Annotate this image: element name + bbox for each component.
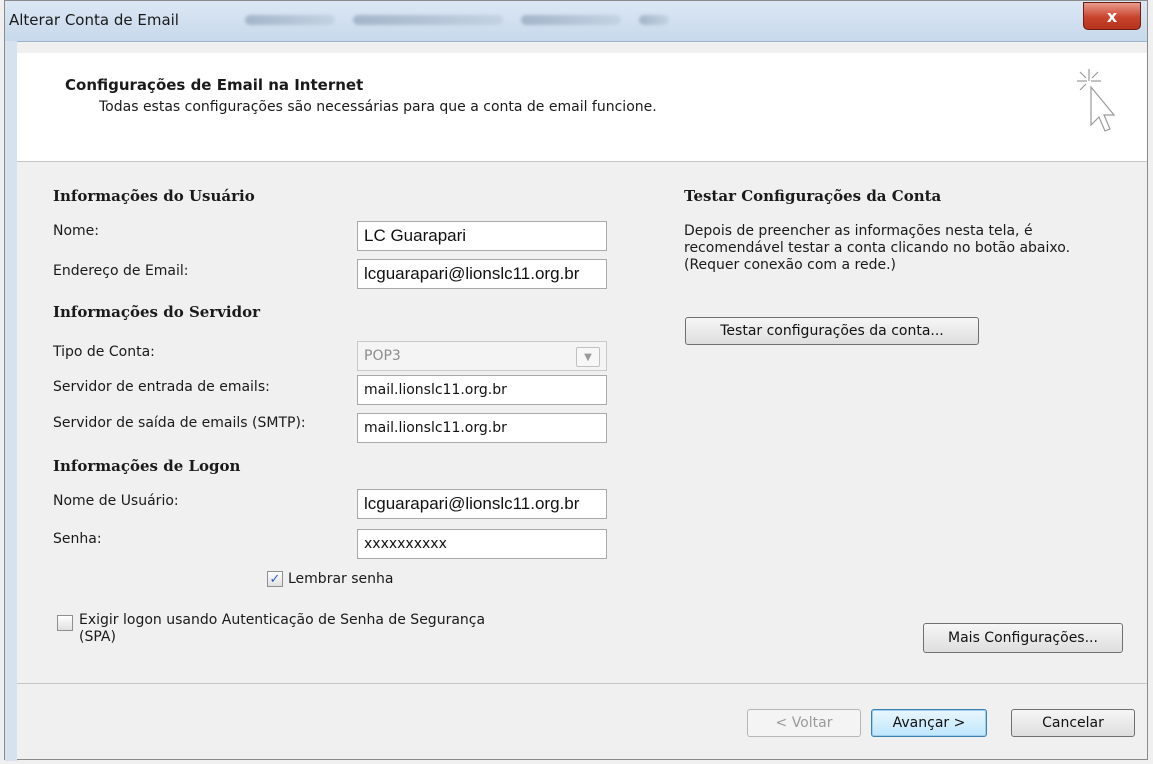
incoming-server-label: Servidor de entrada de emails: [53, 379, 270, 395]
account-type-value: POP3 [364, 348, 401, 364]
username-field[interactable]: lcguarapari@lionslc11.org.br [357, 489, 607, 519]
close-icon: x [1106, 6, 1118, 26]
server-info-title: Informações do Servidor [53, 303, 261, 321]
check-icon: ✓ [269, 571, 281, 587]
user-info-title: Informações do Usuário [53, 187, 255, 205]
window-border [5, 41, 17, 761]
outgoing-server-field[interactable]: mail.lionslc11.org.br [357, 413, 607, 443]
cursor-sparkle-icon [1077, 69, 1115, 132]
dialog-window: Alterar Conta de Email x Configurações d… [4, 0, 1148, 761]
title-bar[interactable]: Alterar Conta de Email x [5, 1, 1147, 42]
remember-password-label[interactable]: Lembrar senha [288, 571, 393, 587]
window-title: Alterar Conta de Email [9, 11, 179, 29]
next-button[interactable]: Avançar > [871, 709, 987, 737]
test-account-settings-button[interactable]: Testar configurações da conta... [685, 317, 979, 345]
back-button[interactable]: < Voltar [747, 709, 861, 737]
footer-divider [17, 683, 1147, 684]
page-subtitle: Todas estas configurações são necessária… [99, 99, 657, 115]
cancel-button[interactable]: Cancelar [1011, 709, 1135, 737]
account-type-label: Tipo de Conta: [53, 344, 155, 360]
account-type-select[interactable]: POP3 ▼ [357, 341, 607, 371]
name-field[interactable]: LC Guarapari [357, 221, 607, 251]
form-body: Informações do Usuário Nome: LC Guarapar… [17, 161, 1147, 681]
wizard-header: Configurações de Email na Internet Todas… [17, 53, 1147, 162]
more-settings-button[interactable]: Mais Configurações... [923, 623, 1123, 653]
spa-checkbox[interactable] [57, 615, 73, 631]
remember-password-checkbox[interactable]: ✓ [267, 571, 283, 587]
password-label: Senha: [53, 531, 102, 547]
test-settings-title: Testar Configurações da Conta [684, 187, 942, 205]
description-line: recomendável testar a conta clicando no … [684, 240, 1071, 256]
incoming-server-field[interactable]: mail.lionslc11.org.br [357, 375, 607, 405]
spa-label[interactable]: Exigir logon usando Autenticação de Senh… [79, 612, 485, 646]
spa-label-line1: Exigir logon usando Autenticação de Senh… [79, 612, 486, 628]
outgoing-server-label: Servidor de saída de emails (SMTP): [53, 415, 306, 431]
logon-info-title: Informações de Logon [53, 457, 241, 475]
spa-label-line2: (SPA) [79, 629, 116, 645]
description-line: Depois de preencher as informações nesta… [684, 223, 1033, 239]
close-button[interactable]: x [1083, 2, 1141, 30]
blurred-taskbar-overlay [245, 9, 675, 31]
dropdown-arrow-icon: ▼ [576, 347, 600, 367]
email-field[interactable]: lcguarapari@lionslc11.org.br [357, 259, 607, 289]
name-label: Nome: [53, 223, 100, 239]
password-field[interactable]: xxxxxxxxxx [357, 529, 607, 559]
page-title: Configurações de Email na Internet [65, 76, 364, 94]
description-line: (Requer conexão com a rede.) [684, 257, 896, 273]
email-label: Endereço de Email: [53, 263, 189, 279]
username-label: Nome de Usuário: [53, 493, 179, 509]
test-settings-description: Depois de preencher as informações nesta… [684, 223, 1144, 274]
